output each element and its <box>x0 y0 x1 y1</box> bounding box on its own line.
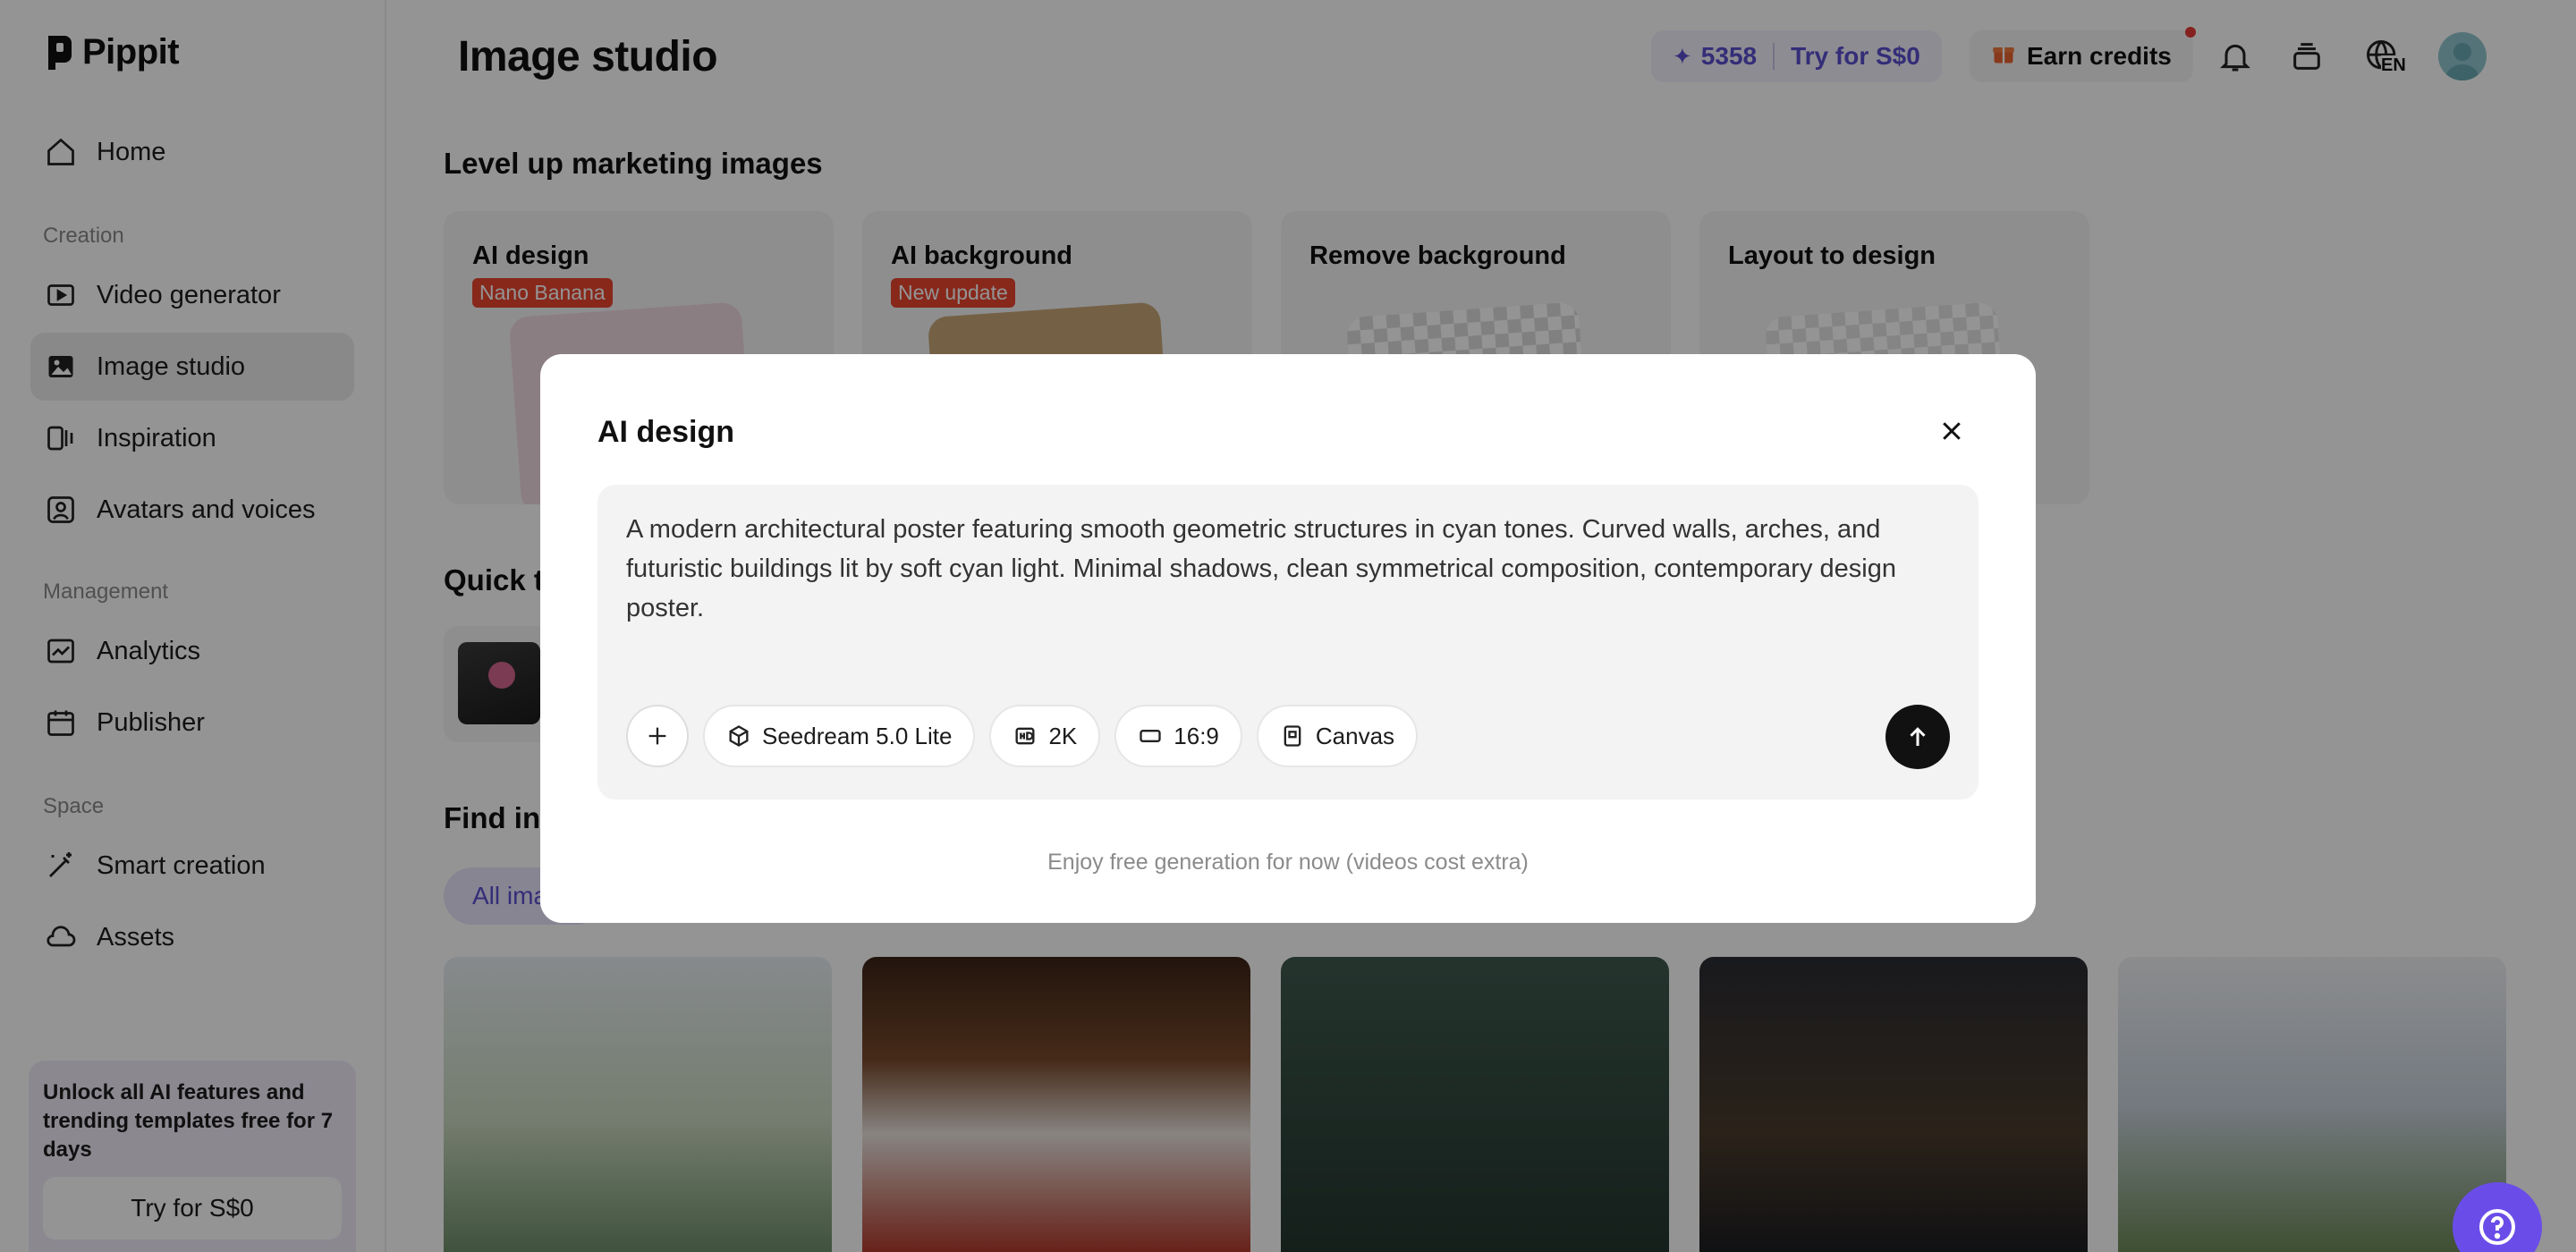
resolution-label: 2K <box>1048 722 1078 749</box>
plus-icon <box>648 727 666 745</box>
modal-title: AI design <box>597 415 735 449</box>
prompt-input[interactable]: A modern architectural poster featuring … <box>626 510 1950 628</box>
arrow-up-icon <box>1910 727 1926 746</box>
model-label: Seedream 5.0 Lite <box>762 722 953 749</box>
canvas-label: Canvas <box>1315 722 1395 749</box>
aspect-ratio-label: 16:9 <box>1174 722 1219 749</box>
canvas-icon <box>1284 725 1301 747</box>
footnote: Enjoy free generation for now (videos co… <box>1047 850 1529 875</box>
resolution-select[interactable]: 2K <box>989 705 1101 767</box>
add-reference-button[interactable] <box>626 705 689 767</box>
aspect-ratio-icon <box>1140 730 1161 742</box>
model-select[interactable]: Seedream 5.0 Lite <box>703 705 976 767</box>
prompt-box: A modern architectural poster featuring … <box>597 485 1979 799</box>
close-icon <box>1943 422 1961 440</box>
prompt-options: Seedream 5.0 Lite 2K 16:9 Canvas <box>626 705 1419 767</box>
hd-icon <box>1015 727 1035 745</box>
canvas-toggle[interactable]: Canvas <box>1256 705 1419 767</box>
close-button[interactable] <box>1932 411 1971 451</box>
aspect-ratio-select[interactable]: 16:9 <box>1114 705 1242 767</box>
cube-icon <box>729 725 749 747</box>
send-button[interactable] <box>1885 705 1950 769</box>
ai-design-modal: AI design A modern architectural poster … <box>540 354 2036 923</box>
